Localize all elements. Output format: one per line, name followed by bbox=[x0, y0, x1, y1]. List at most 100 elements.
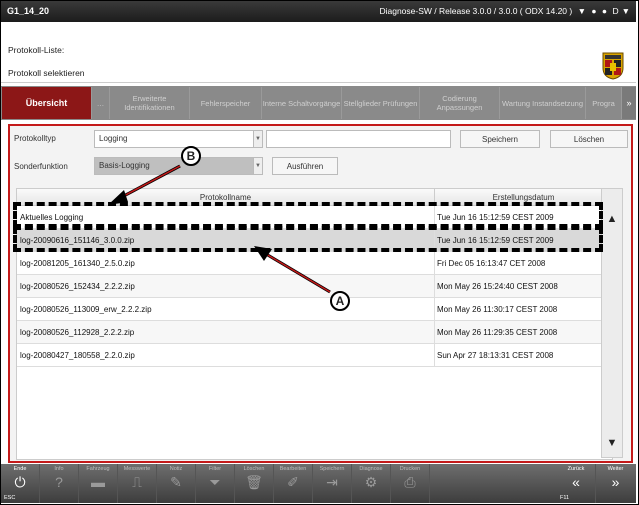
edit-button[interactable]: Bearbeiten ✐ bbox=[274, 464, 313, 503]
scroll-up-icon[interactable]: ▲ bbox=[602, 209, 622, 229]
release-info: Diagnose-SW / Release 3.0.0 / 3.0.0 ( OD… bbox=[376, 6, 630, 16]
note-icon: ✎ bbox=[170, 474, 182, 490]
page-title: Protokoll-Liste: bbox=[8, 45, 65, 55]
protocol-name-cell: log-20080526_112928_2.2.2.zip bbox=[20, 328, 135, 337]
gear-icon: ⚙ bbox=[364, 474, 378, 490]
tab-label: Fehlerspeicher bbox=[200, 98, 251, 108]
diagnose-button[interactable]: Diagnose ⚙ bbox=[352, 464, 391, 503]
chevron-down-icon[interactable]: ▼ bbox=[253, 157, 263, 175]
tab-interne-schaltvorgaenge[interactable]: Interne Schaltvorgänge bbox=[262, 87, 342, 119]
table-row[interactable]: log-20080427_180558_2.2.0.zip Sun Apr 27… bbox=[17, 344, 612, 367]
tab-erweiterte-identifikationen[interactable]: Erweiterte Identifikationen bbox=[110, 87, 190, 119]
column-divider bbox=[434, 344, 435, 366]
chevron-down-icon[interactable]: ▼ bbox=[253, 130, 263, 148]
column-divider bbox=[434, 252, 435, 274]
column-header-protokollname[interactable]: Protokollname bbox=[17, 193, 434, 202]
fkey-label: Weiter bbox=[607, 466, 624, 472]
tab-fehlerspeicher[interactable]: Fehlerspeicher bbox=[190, 87, 262, 119]
fkey-label: Zurück bbox=[567, 466, 585, 472]
table-row[interactable]: log-20080526_113009_erw_2.2.2.zip Mon Ma… bbox=[17, 298, 612, 321]
edit-icon: ✐ bbox=[287, 474, 299, 490]
column-divider bbox=[434, 275, 435, 297]
protokolltyp-select[interactable]: Logging bbox=[94, 130, 254, 148]
tab-uebersicht[interactable]: Übersicht bbox=[2, 87, 92, 119]
printer-icon: ⎙ bbox=[404, 474, 416, 490]
sonderfunktion-label: Sonderfunktion bbox=[14, 162, 68, 171]
title-bar: G1_14_20 Diagnose-SW / Release 3.0.0 / 3… bbox=[1, 1, 636, 22]
scroll-down-icon[interactable]: ▼ bbox=[602, 433, 622, 453]
table-row[interactable]: log-20081205_161340_2.5.0.zip Fri Dec 05… bbox=[17, 252, 612, 275]
table-row[interactable]: log-20080526_112928_2.2.2.zip Mon May 26… bbox=[17, 321, 612, 344]
fkey-label: Messwerte bbox=[123, 466, 151, 472]
save-icon: ⇥ bbox=[326, 474, 338, 490]
vehicle-button[interactable]: Fahrzeug ▬ bbox=[79, 464, 118, 503]
fkey-code: ESC bbox=[4, 495, 16, 501]
weiter-button[interactable]: Weiter » bbox=[596, 464, 635, 503]
ende-button[interactable]: Ende ⏻ ESC bbox=[1, 464, 40, 503]
tab-wartung-instandsetzung[interactable]: Wartung Instandsetzung bbox=[500, 87, 586, 119]
tab-more-button[interactable]: » bbox=[622, 87, 636, 119]
filter-button[interactable]: Filter ⏷ bbox=[196, 464, 235, 503]
funnel-icon[interactable]: ▼ bbox=[578, 6, 586, 16]
loeschen-button[interactable]: Löschen bbox=[550, 130, 628, 148]
fkey-label: Drucken bbox=[399, 466, 421, 472]
save-button[interactable]: Speichern ⇥ bbox=[313, 464, 352, 503]
screen-id: G1_14_20 bbox=[7, 6, 50, 16]
tab-bar: Übersicht … Erweiterte Identifikationen … bbox=[1, 86, 636, 120]
protokolltyp-label: Protokolltyp bbox=[14, 134, 56, 143]
protocol-name-cell: log-20080526_152434_2.2.2.zip bbox=[20, 282, 135, 291]
tab-collapsed[interactable]: … bbox=[92, 87, 110, 119]
protocol-date-cell: Fri Dec 05 16:13:47 CET 2008 bbox=[437, 259, 546, 268]
tab-label: Progra bbox=[592, 98, 615, 108]
dropdown-arrow-icon[interactable]: ▼ bbox=[622, 6, 630, 16]
sonderfunktion-select[interactable]: Basis-Logging bbox=[94, 157, 254, 175]
delete-button[interactable]: Löschen 🗑 bbox=[235, 464, 274, 503]
tab-label: Codierung Anpassungen bbox=[436, 94, 483, 112]
note-button[interactable]: Notiz ✎ bbox=[157, 464, 196, 503]
speichern-button[interactable]: Speichern bbox=[460, 130, 540, 148]
measurements-button[interactable]: Messwerte ⎍ bbox=[118, 464, 157, 503]
protocol-name-cell: log-20081205_161340_2.5.0.zip bbox=[20, 259, 135, 268]
protocol-date-cell: Mon May 26 15:24:40 CEST 2008 bbox=[437, 282, 558, 291]
tab-label: Interne Schaltvorgänge bbox=[262, 98, 341, 108]
column-header-erstellungsdatum[interactable]: Erstellungsdatum bbox=[435, 193, 612, 202]
annotation-box-b bbox=[13, 202, 603, 228]
header: Protokoll-Liste: Protokoll selektieren bbox=[1, 22, 636, 83]
tab-codierung-anpassungen[interactable]: Codierung Anpassungen bbox=[420, 87, 500, 119]
table-scrollbar[interactable]: ▲ ▼ bbox=[601, 188, 623, 458]
protocol-name-input[interactable] bbox=[266, 130, 451, 148]
forward-icon: » bbox=[611, 474, 620, 490]
protocol-name-cell: log-20080526_113009_erw_2.2.2.zip bbox=[20, 305, 152, 314]
annotation-box-a bbox=[13, 226, 603, 252]
tab-label: Wartung Instandsetzung bbox=[501, 98, 584, 108]
protocol-name-cell: log-20080427_180558_2.2.0.zip bbox=[20, 351, 135, 360]
column-divider bbox=[434, 321, 435, 343]
fkey-label: Filter bbox=[208, 466, 222, 472]
table-row[interactable]: log-20080526_152434_2.2.2.zip Mon May 26… bbox=[17, 275, 612, 298]
signal-icon: ⎍ bbox=[132, 474, 142, 490]
fkey-label: Bearbeiten bbox=[279, 466, 307, 472]
fkey-label: Fahrzeug bbox=[86, 466, 110, 472]
diag-code: D bbox=[612, 6, 619, 16]
page-subtitle: Protokoll selektieren bbox=[8, 68, 85, 78]
tab-label: Übersicht bbox=[25, 97, 68, 108]
back-icon: « bbox=[572, 474, 580, 490]
zurueck-button[interactable]: Zurück «F11 bbox=[557, 464, 596, 503]
tab-label: Erweiterte Identifikationen bbox=[124, 94, 175, 112]
help-icon: ? bbox=[55, 474, 63, 490]
fkey-code: F11 bbox=[560, 495, 570, 501]
vehicle-icon: ▬ bbox=[91, 474, 105, 490]
status-dot-icon: ● bbox=[591, 6, 597, 16]
fkey-label: Ende bbox=[13, 466, 27, 472]
info-button[interactable]: Info? bbox=[40, 464, 79, 503]
tab-label: Stellglieder Prüfungen bbox=[343, 98, 418, 108]
tab-stellglieder-pruefungen[interactable]: Stellglieder Prüfungen bbox=[342, 87, 420, 119]
annotation-callout-a: A bbox=[330, 291, 350, 311]
annotation-callout-b: B bbox=[181, 146, 201, 166]
fkey-label: Notiz bbox=[169, 466, 183, 472]
ausfuehren-button[interactable]: Ausführen bbox=[272, 157, 338, 175]
tab-programmierung[interactable]: Progra bbox=[586, 87, 622, 119]
print-button[interactable]: Drucken ⎙ bbox=[391, 464, 430, 503]
function-key-bar: Ende ⏻ ESC Info? Fahrzeug ▬ Messwerte ⎍ Noti… bbox=[1, 464, 636, 503]
fkey-label: Diagnose bbox=[359, 466, 383, 472]
